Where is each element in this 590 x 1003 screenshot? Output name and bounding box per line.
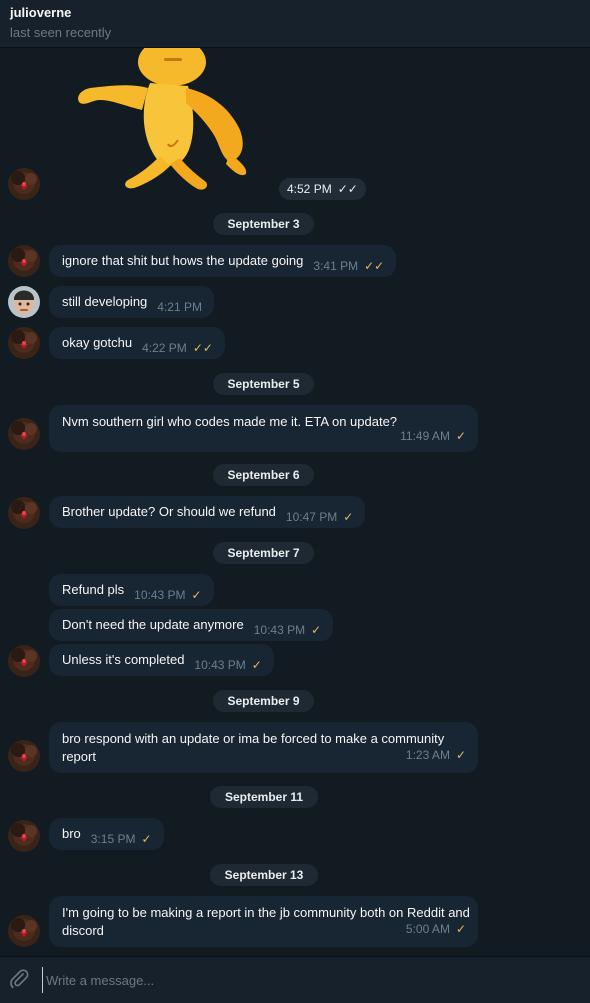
message-meta: 10:43 PM ✓ [253, 623, 322, 637]
composer [0, 956, 590, 1003]
avatar-julioverne[interactable] [8, 645, 40, 677]
message-meta: 3:15 PM ✓ [90, 832, 152, 846]
message-text: Unless it's completed [62, 652, 185, 667]
sticker-meta: 4:52 PM ✓✓ [279, 178, 366, 200]
check-icon: ✓ [455, 922, 466, 936]
avatar-julioverne[interactable] [8, 418, 40, 450]
message-bubble[interactable]: Don't need the update anymore 10:43 PM ✓ [49, 609, 334, 641]
double-check-icon: ✓✓ [364, 259, 385, 273]
sticker-time: 4:52 PM [287, 182, 332, 196]
message-text: Don't need the update anymore [62, 617, 244, 632]
message-list[interactable]: 4:52 PM ✓✓ September 3 ignore that shit … [0, 48, 590, 956]
message-bubble[interactable]: bro 3:15 PM ✓ [49, 818, 164, 850]
message-bubble[interactable]: Nvm southern girl who codes made me it. … [49, 405, 478, 452]
message-meta: 11:49 AM ✓ [400, 429, 466, 443]
message-meta: 10:47 PM ✓ [285, 510, 354, 524]
check-icon: ✓ [343, 510, 354, 524]
date-separator: September 11 [210, 786, 318, 808]
double-check-icon: ✓✓ [192, 341, 213, 355]
check-icon: ✓ [311, 623, 322, 637]
check-icon: ✓ [455, 748, 466, 762]
check-icon: ✓ [455, 429, 466, 443]
message-text: okay gotchu [62, 335, 133, 350]
contact-name[interactable]: julioverne [10, 5, 71, 20]
avatar-julioverne[interactable] [8, 327, 40, 359]
message-text: bro [62, 826, 81, 841]
check-icon: ✓ [141, 832, 152, 846]
contact-status: last seen recently [10, 25, 112, 40]
avatar-julioverne[interactable] [8, 245, 40, 277]
message-input[interactable] [42, 967, 579, 993]
message-meta: 3:41 PM ✓✓ [313, 259, 385, 273]
message-bubble[interactable]: okay gotchu 4:22 PM ✓✓ [49, 327, 225, 359]
message-bubble[interactable]: Refund pls 10:43 PM ✓ [49, 574, 214, 606]
message-meta: 1:23 AM ✓ [405, 748, 466, 762]
check-icon: ✓ [251, 658, 262, 672]
date-separator: September 6 [213, 464, 314, 486]
message-meta: 5:00 AM ✓ [405, 922, 466, 936]
message-bubble[interactable]: bro respond with an update or ima be for… [49, 722, 478, 773]
paperclip-icon[interactable] [8, 968, 30, 990]
message-text: still developing [62, 294, 148, 309]
message-meta: 10:43 PM ✓ [134, 588, 202, 602]
message-text: ignore that shit but hows the update goi… [62, 253, 304, 268]
message-meta: 10:43 PM ✓ [194, 658, 262, 672]
avatar-julioverne[interactable] [8, 740, 40, 772]
walking-man-sticker[interactable] [70, 48, 260, 198]
message-bubble[interactable]: Unless it's completed 10:43 PM ✓ [49, 644, 274, 676]
date-separator: September 3 [213, 213, 314, 235]
date-separator: September 13 [210, 864, 318, 886]
date-separator: September 5 [213, 373, 314, 395]
check-icon: ✓ [191, 588, 202, 602]
double-check-icon: ✓✓ [337, 182, 358, 196]
avatar-julioverne[interactable] [8, 915, 40, 947]
message-bubble[interactable]: Brother update? Or should we refund 10:47… [49, 496, 366, 528]
message-bubble[interactable]: still developing 4:21 PM [49, 286, 214, 318]
date-separator: September 9 [213, 690, 314, 712]
avatar-julioverne[interactable] [8, 168, 40, 200]
message-text: Brother update? Or should we refund [62, 504, 276, 519]
message-bubble[interactable]: ignore that shit but hows the update goi… [49, 245, 397, 277]
message-text: Refund pls [62, 582, 125, 597]
message-bubble[interactable]: I'm going to be making a report in the j… [49, 896, 478, 947]
avatar-julioverne[interactable] [8, 820, 40, 852]
message-meta: 4:21 PM [157, 300, 202, 314]
date-separator: September 7 [213, 542, 314, 564]
avatar-julioverne[interactable] [8, 497, 40, 529]
avatar-developer[interactable] [8, 286, 40, 318]
chat-header[interactable]: julioverne last seen recently [0, 0, 590, 48]
message-meta: 4:22 PM ✓✓ [142, 341, 213, 355]
